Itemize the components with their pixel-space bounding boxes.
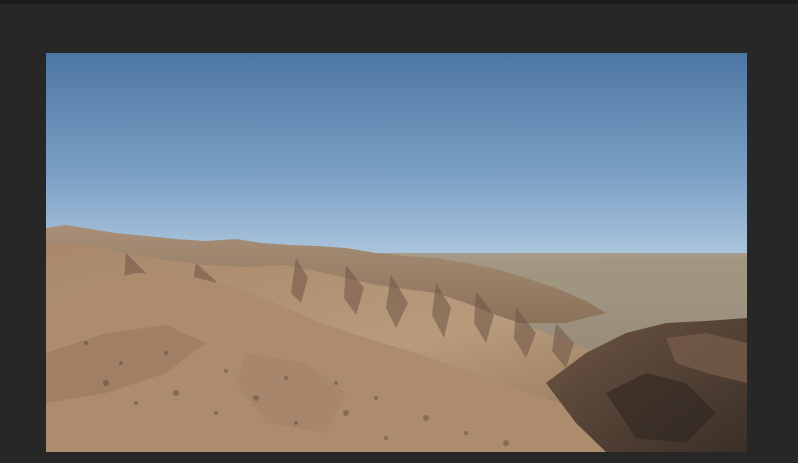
scene-viewport[interactable]	[46, 53, 747, 452]
sky	[46, 53, 747, 268]
application-window	[0, 0, 798, 463]
terrain-render	[46, 53, 747, 452]
title-bar	[0, 0, 798, 4]
